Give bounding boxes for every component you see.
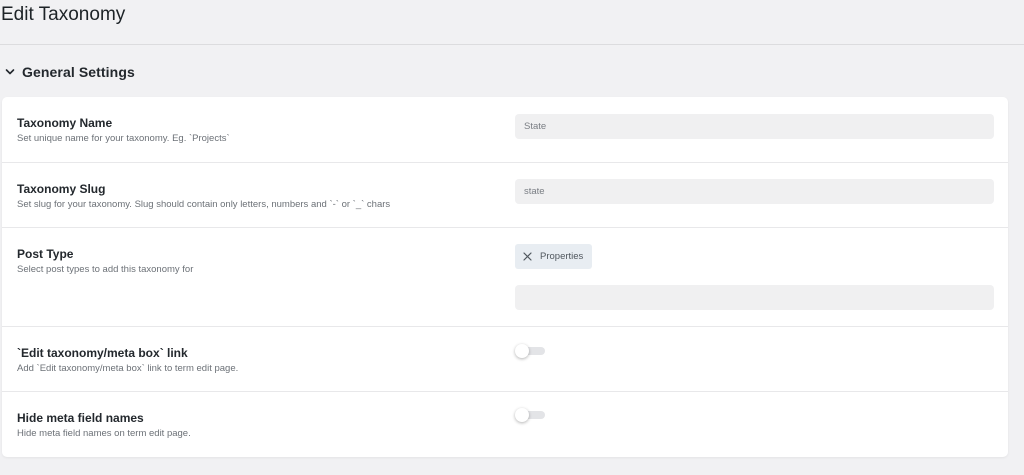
- edit-link-toggle[interactable]: [515, 344, 545, 358]
- post-type-chip: Properties: [515, 244, 593, 269]
- edit-link-row: `Edit taxonomy/meta box` link Add `Edit …: [2, 327, 1008, 392]
- hide-meta-names-toggle[interactable]: [515, 408, 545, 422]
- settings-card: Taxonomy Name Set unique name for your t…: [2, 97, 1008, 457]
- remove-chip-icon[interactable]: [522, 252, 532, 262]
- chevron-down-icon: [4, 66, 16, 78]
- taxonomy-name-input[interactable]: State: [515, 114, 994, 139]
- taxonomy-slug-label: Taxonomy Slug: [17, 182, 106, 196]
- taxonomy-name-label: Taxonomy Name: [17, 116, 113, 130]
- post-type-label: Post Type: [17, 247, 74, 261]
- taxonomy-slug-input[interactable]: state: [515, 179, 994, 204]
- edit-link-label: `Edit taxonomy/meta box` link: [17, 346, 188, 360]
- hide-meta-names-row: Hide meta field names Hide meta field na…: [2, 392, 1008, 457]
- taxonomy-name-description: Set unique name for your taxonomy. Eg. `…: [17, 133, 230, 144]
- post-type-chip-label: Properties: [540, 251, 584, 262]
- general-settings-toggle[interactable]: General Settings: [4, 62, 135, 82]
- post-type-search-input[interactable]: [515, 285, 994, 310]
- title-divider: [0, 44, 1024, 45]
- toggle-knob: [515, 344, 529, 358]
- page-title: Edit Taxonomy: [1, 4, 126, 25]
- section-title: General Settings: [22, 64, 135, 80]
- hide-meta-names-description: Hide meta field names on term edit page.: [17, 428, 191, 439]
- post-type-description: Select post types to add this taxonomy f…: [17, 264, 194, 275]
- edit-link-description: Add `Edit taxonomy/meta box` link to ter…: [17, 363, 239, 374]
- post-type-row: Post Type Select post types to add this …: [2, 228, 1008, 327]
- taxonomy-slug-description: Set slug for your taxonomy. Slug should …: [17, 199, 391, 210]
- toggle-knob: [515, 408, 529, 422]
- hide-meta-names-label: Hide meta field names: [17, 411, 144, 425]
